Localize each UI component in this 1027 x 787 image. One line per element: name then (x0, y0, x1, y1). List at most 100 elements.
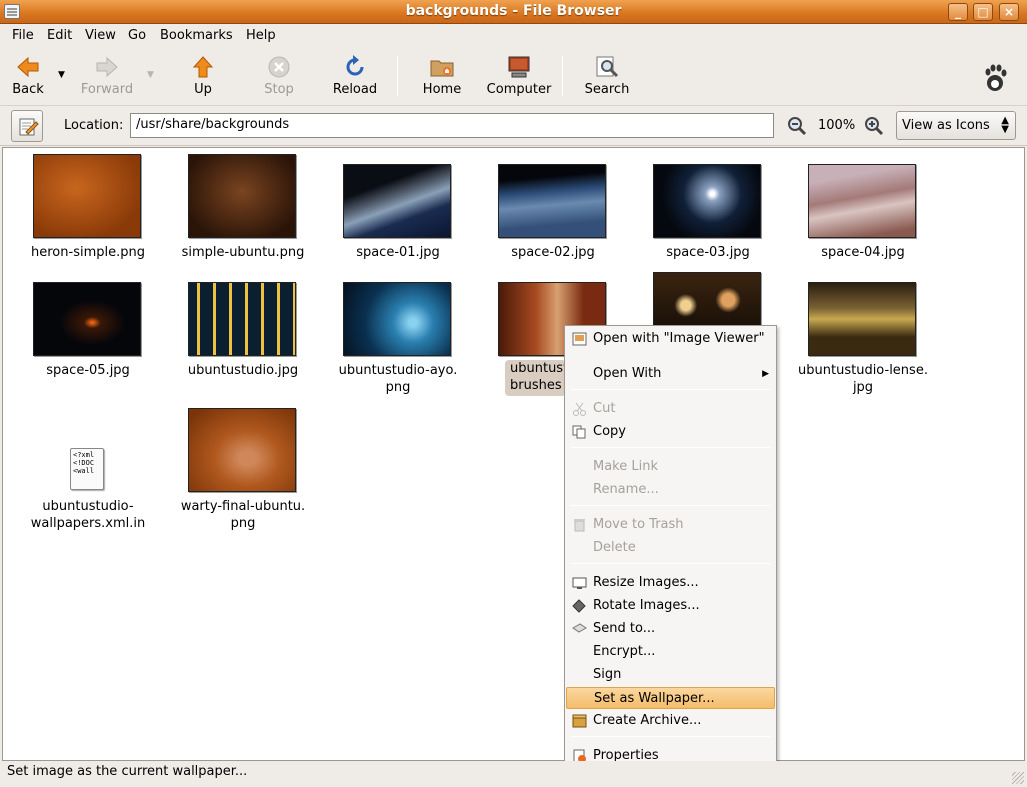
menu-help[interactable]: Help (246, 28, 276, 43)
forward-button[interactable]: Forward (80, 54, 134, 97)
file-item[interactable]: heron-simple.png (13, 154, 163, 274)
forward-history-dropdown[interactable]: ▼ (147, 70, 154, 80)
gnome-foot-icon (985, 64, 1007, 91)
computer-button[interactable]: Computer (486, 54, 552, 97)
zoom-in-icon[interactable] (864, 116, 884, 136)
window-title: backgrounds - File Browser (405, 3, 622, 19)
image-viewer-icon (572, 332, 587, 346)
copy-icon (572, 425, 586, 439)
up-arrow-icon (192, 56, 214, 78)
file-name: ubuntustudio- wallpapers.xml.in (30, 499, 146, 531)
view-mode-select[interactable]: View as Icons ▲ ▼ (896, 111, 1016, 140)
edit-pencil-icon (19, 118, 39, 136)
image-thumbnail (653, 164, 761, 238)
file-item[interactable]: <?xml <!DOC <wall ubuntustudio- wallpape… (13, 448, 163, 538)
menu-rename[interactable]: Rename... (566, 479, 775, 501)
toggle-location-button[interactable] (11, 110, 43, 142)
image-thumbnail (188, 154, 296, 238)
file-icon-view[interactable]: heron-simple.png simple-ubuntu.png space… (2, 147, 1025, 761)
menu-bookmarks[interactable]: Bookmarks (160, 28, 233, 43)
menu-file[interactable]: File (12, 28, 34, 43)
close-button[interactable]: × (999, 3, 1019, 21)
menu-copy[interactable]: Copy (566, 421, 775, 443)
up-button[interactable]: Up (188, 54, 218, 97)
file-item[interactable]: space-02.jpg (478, 154, 628, 274)
menu-separator (571, 389, 770, 390)
stop-button[interactable]: Stop (261, 54, 297, 97)
file-name: heron-simple.png (31, 245, 145, 260)
file-name: space-02.jpg (511, 245, 595, 260)
menu-sign[interactable]: Sign (566, 664, 775, 686)
status-text: Set image as the current wallpaper... (7, 764, 248, 779)
file-item[interactable]: warty-final-ubuntu. png (168, 408, 318, 538)
stop-icon (268, 56, 290, 78)
menu-set-as-wallpaper[interactable]: Set as Wallpaper... (566, 687, 775, 709)
menu-send-to[interactable]: Send to... (566, 618, 775, 640)
search-icon (596, 56, 619, 78)
file-item[interactable]: ubuntustudio-ayo. png (323, 282, 473, 402)
file-item[interactable]: space-05.jpg (13, 282, 163, 402)
menu-edit[interactable]: Edit (47, 28, 72, 43)
resize-icon (572, 577, 587, 589)
file-item[interactable]: simple-ubuntu.png (168, 154, 318, 274)
computer-icon (508, 56, 530, 78)
file-name: ubuntustudio-ayo. png (338, 363, 458, 395)
back-button[interactable]: Back (8, 54, 48, 97)
location-input[interactable]: /usr/share/backgrounds (130, 113, 774, 138)
file-item[interactable]: space-01.jpg (323, 154, 473, 274)
image-thumbnail (343, 282, 451, 356)
zoom-out-icon[interactable] (787, 116, 807, 136)
reload-icon (346, 55, 364, 76)
maximize-button[interactable]: □ (973, 3, 993, 21)
location-bar: Location: /usr/share/backgrounds 100% Vi… (0, 106, 1027, 146)
menu-view[interactable]: View (85, 28, 116, 43)
file-item[interactable]: space-03.jpg (633, 154, 783, 274)
home-folder-icon (430, 60, 454, 77)
back-arrow-icon (17, 56, 39, 78)
file-item[interactable]: ubuntustudio-lense. jpg (788, 282, 938, 402)
zoom-level-label[interactable]: 100% (818, 118, 855, 133)
file-name: space-01.jpg (356, 245, 440, 260)
search-button[interactable]: Search (583, 54, 631, 97)
menu-go[interactable]: Go (128, 28, 146, 43)
menu-bar: File Edit View Go Bookmarks Help (0, 24, 1027, 48)
menu-resize-images[interactable]: Resize Images... (566, 572, 775, 594)
menu-separator (571, 736, 770, 737)
image-thumbnail (653, 272, 761, 328)
scissors-icon (573, 402, 586, 416)
image-thumbnail (188, 408, 296, 492)
image-thumbnail (808, 282, 916, 356)
image-thumbnail (33, 154, 141, 238)
trash-icon (574, 519, 585, 532)
menu-move-to-trash[interactable]: Move to Trash (566, 514, 775, 536)
reload-button[interactable]: Reload (332, 54, 378, 97)
context-menu: Open with "Image Viewer" Open With ▶ Cut… (564, 325, 777, 769)
home-button[interactable]: Home (420, 54, 464, 97)
title-bar[interactable]: backgrounds - File Browser _ □ × (0, 0, 1027, 24)
resize-grip[interactable] (1012, 772, 1024, 784)
file-name: warty-final-ubuntu. png (180, 499, 306, 531)
file-item[interactable]: ubuntustudio.jpg (168, 282, 318, 402)
image-thumbnail (188, 282, 296, 356)
menu-encrypt[interactable]: Encrypt... (566, 641, 775, 663)
file-name: space-03.jpg (666, 245, 750, 260)
menu-open-with[interactable]: Open With ▶ (566, 363, 775, 385)
menu-open-image-viewer[interactable]: Open with "Image Viewer" (566, 328, 775, 350)
toolbar: Back ▼ Forward ▼ Up Stop Reload Home Com… (0, 48, 1027, 106)
menu-delete[interactable]: Delete (566, 537, 775, 559)
menu-rotate-images[interactable]: Rotate Images... (566, 595, 775, 617)
back-history-dropdown[interactable]: ▼ (58, 70, 65, 80)
toolbar-separator (397, 56, 398, 96)
minimize-button[interactable]: _ (948, 3, 968, 21)
menu-cut[interactable]: Cut (566, 398, 775, 420)
menu-make-link[interactable]: Make Link (566, 456, 775, 478)
file-name: space-04.jpg (821, 245, 905, 260)
menu-separator (571, 505, 770, 506)
image-thumbnail (808, 164, 916, 238)
menu-create-archive[interactable]: Create Archive... (566, 710, 775, 732)
file-item[interactable]: space-04.jpg (788, 154, 938, 274)
chevron-updown-icon: ▲ ▼ (1001, 115, 1009, 135)
file-name: ubuntust brushes (505, 360, 566, 396)
file-name: ubuntustudio-lense. jpg (798, 363, 928, 395)
image-thumbnail (343, 164, 451, 238)
